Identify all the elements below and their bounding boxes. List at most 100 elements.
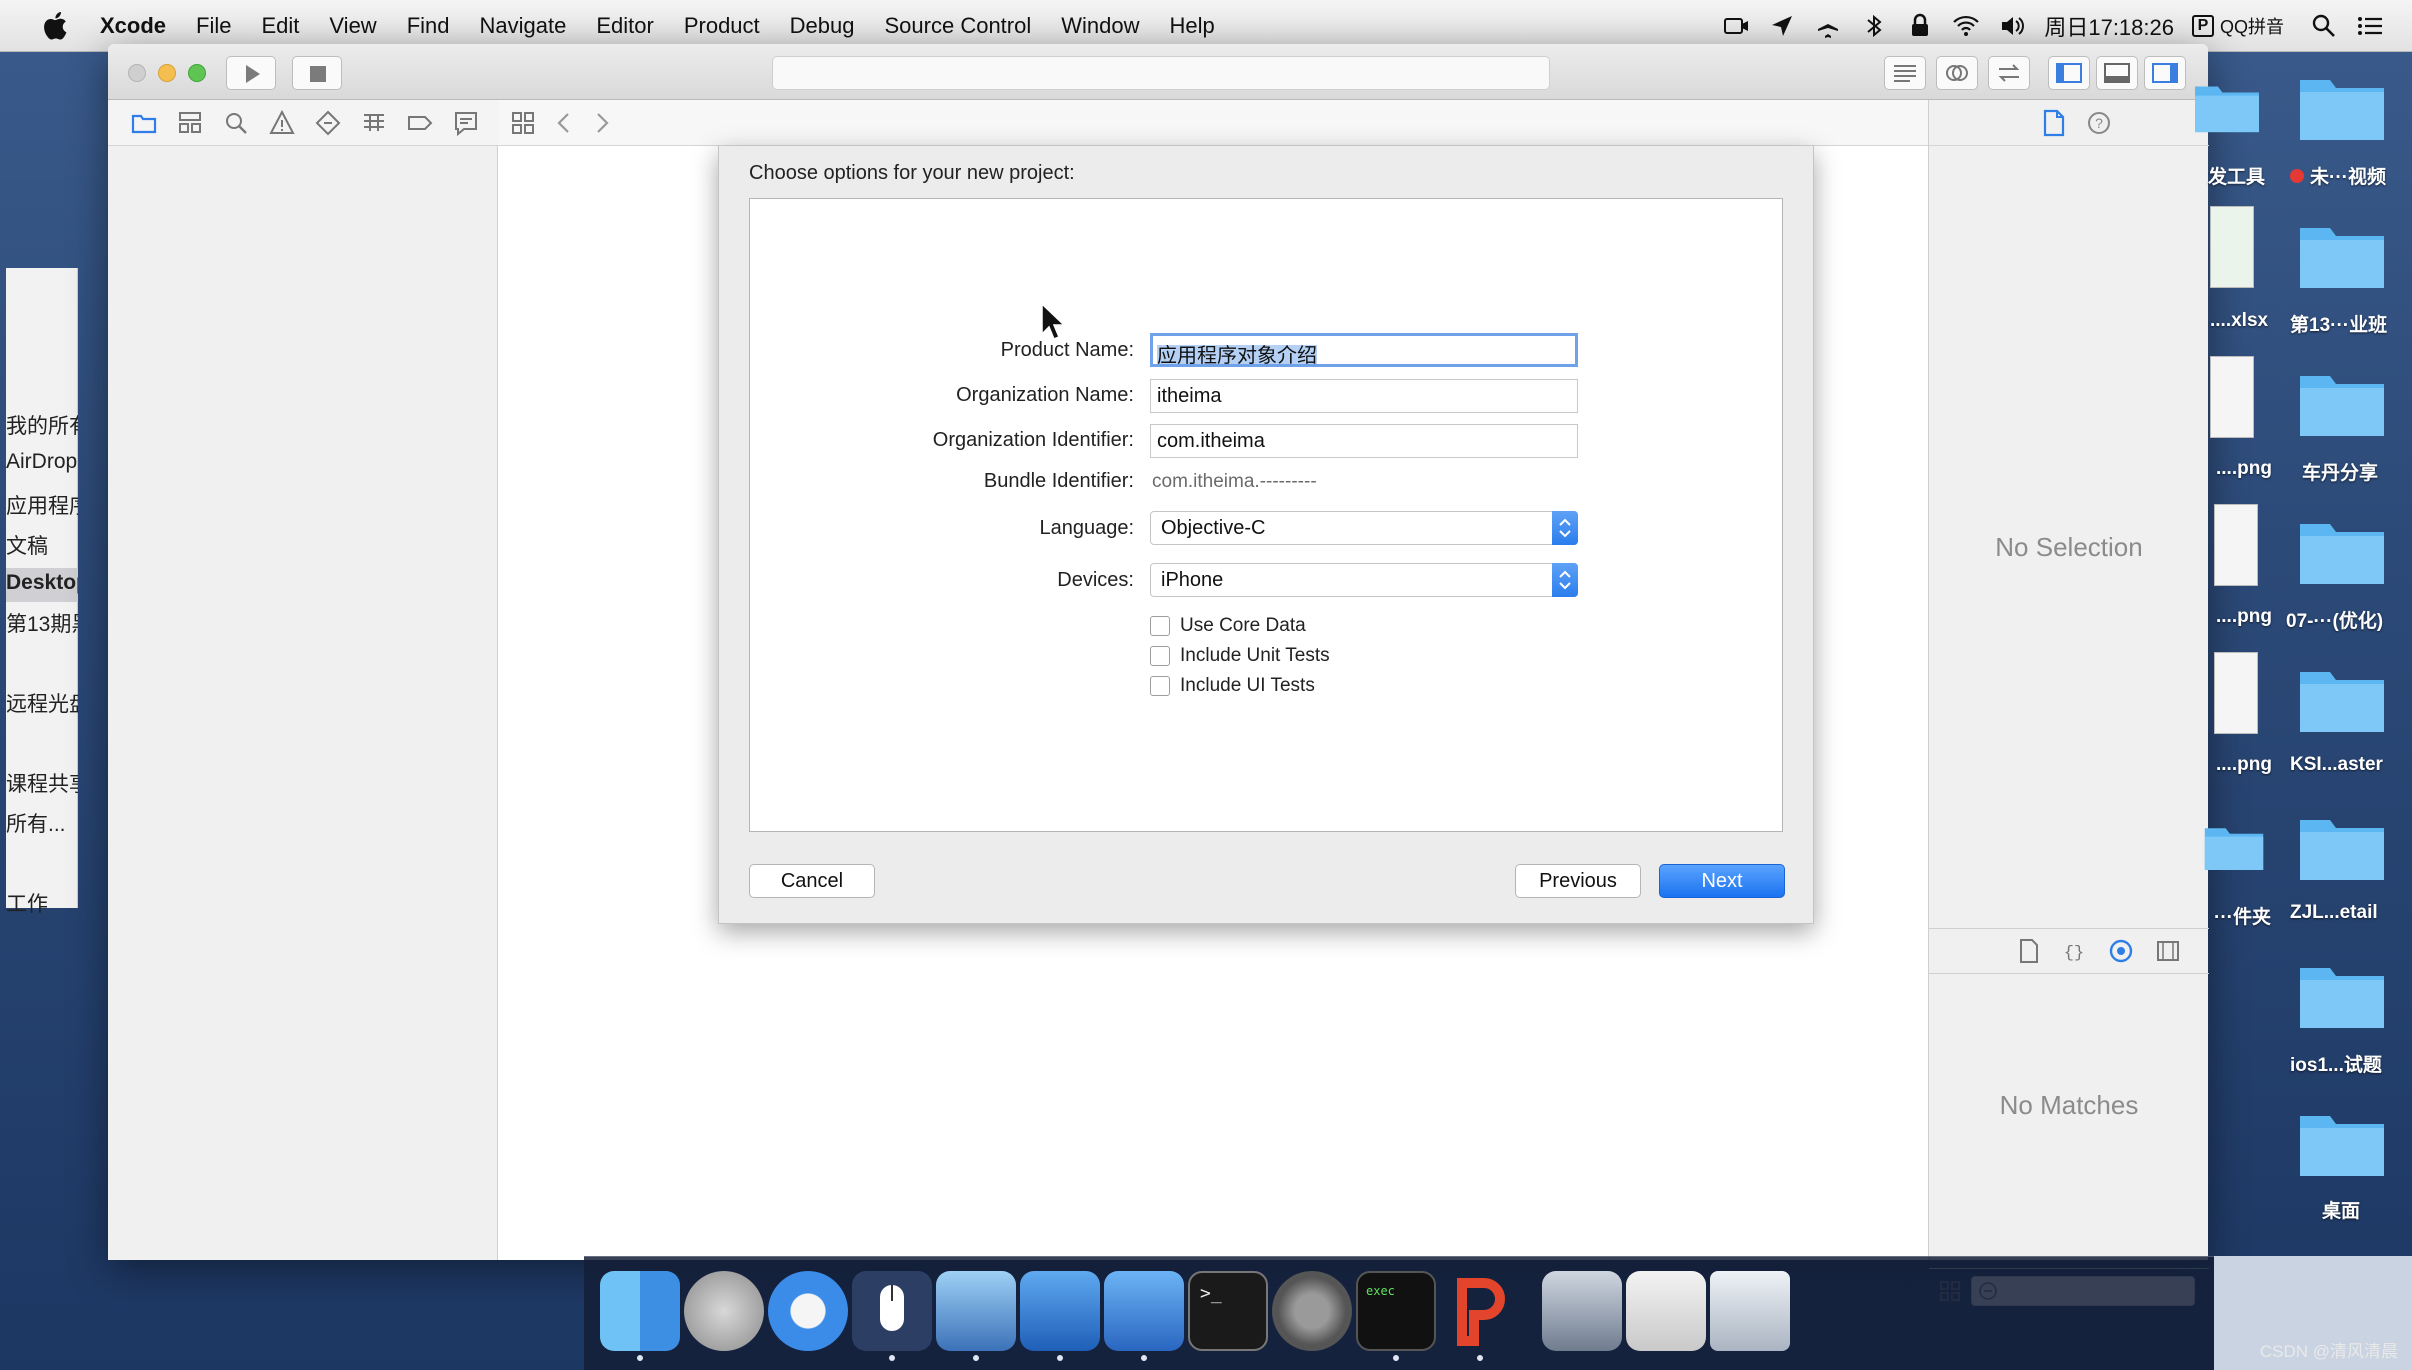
airplane-icon[interactable] <box>1814 12 1842 40</box>
file-template-library-icon[interactable] <box>2018 938 2040 964</box>
finder-sidebar-item[interactable]: AirDrop <box>6 450 78 474</box>
include-unit-tests-checkbox[interactable] <box>1150 646 1170 666</box>
xcode-icon[interactable] <box>1020 1271 1100 1351</box>
use-core-data-option[interactable]: Use Core Data <box>1150 615 1306 637</box>
code-snippet-icon[interactable]: {} <box>2062 938 2086 964</box>
version-editor-button[interactable] <box>1988 56 2030 90</box>
finder-sidebar-item[interactable]: 应用程序 <box>6 490 78 520</box>
downloads-stack-icon[interactable] <box>1542 1271 1622 1351</box>
desktop-icon-label[interactable]: ···件夹 <box>2214 902 2271 929</box>
breakpoint-icon[interactable] <box>406 109 434 137</box>
media-library-icon[interactable] <box>2156 939 2180 963</box>
menu-edit[interactable]: Edit <box>261 13 299 39</box>
movie-app-icon[interactable] <box>936 1271 1016 1351</box>
file-inspector-icon[interactable] <box>2042 109 2066 137</box>
png-file-icon[interactable] <box>2214 504 2258 586</box>
desktop-icon-label[interactable]: 车丹分享 <box>2302 458 2378 485</box>
menu-window[interactable]: Window <box>1061 13 1139 39</box>
object-library-icon[interactable] <box>2108 938 2134 964</box>
toggle-utilities-button[interactable] <box>2144 56 2186 90</box>
related-items-icon[interactable] <box>510 110 536 136</box>
system-preferences-icon[interactable] <box>1272 1271 1352 1351</box>
menu-source-control[interactable]: Source Control <box>885 13 1032 39</box>
menu-debug[interactable]: Debug <box>790 13 855 39</box>
finder-window-background[interactable]: 我的所有 AirDrop 应用程序 文稿 Desktop 第13期黑 远程光盘 … <box>6 268 78 916</box>
finder-icon[interactable] <box>600 1271 680 1351</box>
desktop-icon-label[interactable]: ....xlsx <box>2210 310 2268 332</box>
finder-sidebar-item[interactable]: 所有... <box>6 808 78 838</box>
menu-view[interactable]: View <box>329 13 376 39</box>
assistant-editor-button[interactable] <box>1936 56 1978 90</box>
test-navigator-icon[interactable] <box>314 109 342 137</box>
desktop-icon-label[interactable]: 第13···业班 <box>2290 310 2387 337</box>
powerpoint-icon[interactable] <box>1440 1271 1520 1351</box>
cancel-button[interactable]: Cancel <box>749 864 875 898</box>
desktop-icon-label[interactable]: 桌面 <box>2322 1196 2360 1223</box>
stop-button[interactable] <box>292 56 342 90</box>
folder-icon[interactable] <box>2296 810 2388 884</box>
desktop-icon-label[interactable]: ZJL...etail <box>2290 902 2378 924</box>
folder-icon[interactable] <box>2192 70 2262 144</box>
search-icon[interactable] <box>222 109 250 137</box>
run-button[interactable] <box>226 56 276 90</box>
previous-button[interactable]: Previous <box>1515 864 1641 898</box>
organization-identifier-field[interactable]: com.itheima <box>1150 424 1578 458</box>
volume-icon[interactable] <box>1998 12 2026 40</box>
location-icon[interactable] <box>1768 12 1796 40</box>
instruments-icon[interactable] <box>1104 1271 1184 1351</box>
safari-icon[interactable] <box>768 1271 848 1351</box>
finder-sidebar-item[interactable]: 第13期黑 <box>6 608 78 638</box>
desktop-icon-label[interactable]: KSI...aster <box>2290 754 2383 776</box>
symbol-navigator-icon[interactable] <box>176 109 204 137</box>
folder-icon[interactable] <box>2202 810 2266 884</box>
mouse-app-icon[interactable] <box>852 1271 932 1351</box>
documents-stack-icon[interactable] <box>1626 1271 1706 1351</box>
menu-bar-clock[interactable]: 周日17:18:26 <box>2044 10 2174 42</box>
apple-menu-icon[interactable] <box>38 8 74 44</box>
exec-terminal-icon[interactable]: exec <box>1356 1271 1436 1351</box>
input-method-menu[interactable]: P QQ拼音 <box>2191 13 2284 39</box>
desktop-icon-label[interactable]: ios1...试题 <box>2290 1050 2382 1077</box>
folder-icon[interactable] <box>130 109 158 137</box>
next-button[interactable]: Next <box>1659 864 1785 898</box>
finder-sidebar-item[interactable]: 远程光盘 <box>6 688 78 718</box>
window-minimize-button[interactable] <box>158 64 176 82</box>
folder-icon[interactable] <box>2296 70 2388 144</box>
include-unit-tests-option[interactable]: Include Unit Tests <box>1150 645 1330 667</box>
launchpad-icon[interactable] <box>684 1271 764 1351</box>
window-close-button[interactable] <box>128 64 146 82</box>
folder-icon[interactable] <box>2296 514 2388 588</box>
menu-product[interactable]: Product <box>684 13 760 39</box>
menu-find[interactable]: Find <box>407 13 450 39</box>
desktop-icon-label[interactable]: ....png <box>2216 458 2272 480</box>
quick-help-icon[interactable]: ? <box>2086 110 2112 136</box>
folder-icon[interactable] <box>2296 662 2388 736</box>
desktop-icon-label[interactable]: ....png <box>2216 606 2272 628</box>
organization-name-field[interactable]: itheima <box>1150 379 1578 413</box>
finder-sidebar-item[interactable]: 课程共享 <box>6 768 78 798</box>
finder-sidebar-item-desktop[interactable]: Desktop <box>6 568 78 602</box>
png-file-icon[interactable] <box>2214 652 2258 734</box>
wifi-icon[interactable] <box>1952 12 1980 40</box>
finder-sidebar-item[interactable]: 文稿 <box>6 530 78 560</box>
product-name-field[interactable]: 应用程序对象介绍 <box>1150 333 1578 367</box>
debug-navigator-icon[interactable] <box>360 109 388 137</box>
folder-icon[interactable] <box>2296 958 2388 1032</box>
warning-icon[interactable] <box>268 109 296 137</box>
chevron-left-icon[interactable] <box>554 110 574 136</box>
bluetooth-icon[interactable] <box>1860 12 1888 40</box>
xlsx-file-icon[interactable] <box>2210 206 2254 288</box>
menu-help[interactable]: Help <box>1170 13 1215 39</box>
spotlight-search-icon[interactable] <box>2310 12 2338 40</box>
trash-icon[interactable] <box>1710 1271 1790 1351</box>
terminal-icon[interactable]: >_ <box>1188 1271 1268 1351</box>
menu-navigate[interactable]: Navigate <box>480 13 567 39</box>
menu-file[interactable]: File <box>196 13 231 39</box>
language-popup[interactable]: Objective-C <box>1150 511 1578 545</box>
finder-sidebar-item[interactable]: 我的所有 <box>6 410 78 440</box>
include-ui-tests-option[interactable]: Include UI Tests <box>1150 675 1315 697</box>
menu-app-name[interactable]: Xcode <box>100 13 166 39</box>
include-ui-tests-checkbox[interactable] <box>1150 676 1170 696</box>
notification-center-icon[interactable] <box>2356 12 2384 40</box>
desktop-icon-label[interactable]: ....png <box>2216 754 2272 776</box>
